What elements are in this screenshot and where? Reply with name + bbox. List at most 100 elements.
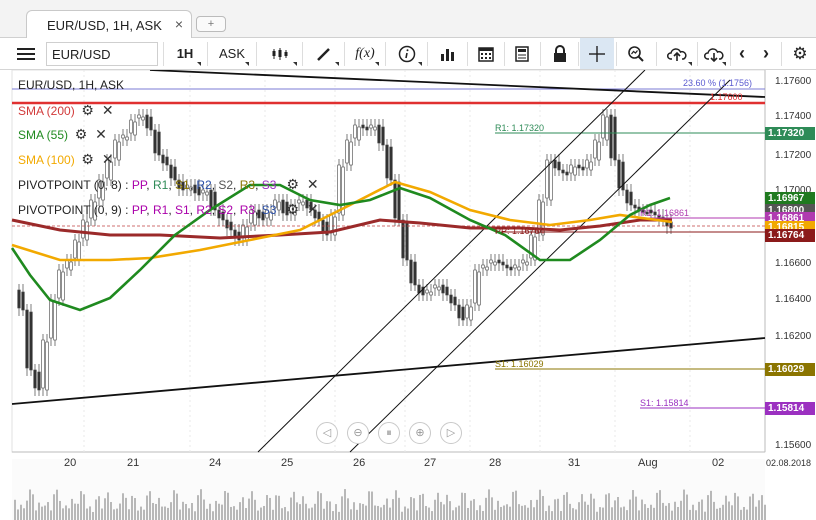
volume-icon[interactable]	[431, 38, 465, 69]
reset-view-button[interactable]: ⏸	[378, 422, 400, 444]
volume-bar	[725, 495, 727, 520]
volume-bar	[578, 502, 580, 520]
forward-icon[interactable]: ›	[755, 38, 777, 69]
candle	[597, 141, 601, 161]
candle	[457, 304, 461, 319]
gear-icon[interactable]: ⚙	[81, 151, 95, 168]
volume-bar	[710, 490, 712, 520]
gear-icon[interactable]: ⚙	[81, 102, 95, 119]
volume-bar	[41, 506, 43, 520]
volume-bar	[23, 508, 25, 520]
download-icon[interactable]	[699, 38, 729, 69]
date-stamp: 02.08.2018	[766, 458, 812, 468]
back-icon[interactable]: ‹	[731, 38, 753, 69]
volume-bar	[659, 490, 661, 520]
lock-icon[interactable]	[544, 38, 576, 69]
volume-bar	[716, 508, 718, 520]
tab-label: EUR/USD, 1H, ASK	[47, 18, 162, 33]
volume-bar	[194, 511, 196, 520]
scroll-right-button[interactable]: ▷	[440, 422, 462, 444]
volume-bar	[587, 504, 589, 520]
candle	[465, 304, 469, 319]
upload-icon[interactable]	[659, 38, 695, 69]
volume-bar	[698, 501, 700, 520]
volume-bar	[332, 511, 334, 520]
volume-bar	[512, 491, 514, 520]
candle	[373, 126, 377, 131]
calendar-icon[interactable]	[470, 38, 502, 69]
volume-bar	[494, 509, 496, 520]
pivot-part: R1	[152, 203, 169, 217]
volume-bar	[170, 502, 172, 520]
candle	[21, 291, 25, 311]
volume-bar	[473, 499, 475, 520]
close-icon[interactable]: ✕	[101, 102, 115, 119]
indicator-icon[interactable]: f(x)	[348, 38, 382, 69]
volume-bar	[539, 489, 541, 520]
candle	[85, 221, 89, 241]
legend-sma100-label: SMA (100)	[18, 153, 75, 167]
candle	[77, 241, 81, 261]
menu-icon[interactable]	[12, 38, 40, 69]
price-chart[interactable]: 23.60 % (1.1756) 1.17600 R1: 1.17320 PP:…	[0, 69, 816, 520]
pivot-part: S1	[174, 178, 190, 192]
close-icon[interactable]: ✕	[306, 176, 320, 193]
volume-bar	[176, 493, 178, 520]
volume-bar	[362, 503, 364, 520]
zoom-out-button[interactable]: ⊖	[347, 422, 369, 444]
volume-bar	[719, 507, 721, 520]
volume-bar	[71, 498, 73, 520]
add-tab-button[interactable]: +	[196, 16, 226, 32]
volume-bar	[458, 505, 460, 520]
zoom-icon[interactable]	[619, 38, 653, 69]
side-select[interactable]: ASK	[212, 38, 252, 69]
legend-pivot-8[interactable]: PIVOTPOINT (0, 8) : PP, R1, S1, R2, S2, …	[18, 176, 320, 193]
volume-bar	[425, 505, 427, 520]
crosshair-icon[interactable]	[580, 38, 614, 69]
volume-bar	[641, 499, 643, 520]
zoom-in-button[interactable]: ⊕	[409, 422, 431, 444]
candle	[161, 154, 165, 164]
scroll-left-button[interactable]: ◁	[316, 422, 338, 444]
gear-icon[interactable]: ⚙	[286, 201, 300, 218]
close-icon[interactable]: ✕	[306, 201, 320, 218]
close-icon[interactable]: ×	[175, 16, 183, 32]
settings-icon[interactable]: ⚙	[786, 38, 814, 69]
volume-bar	[527, 507, 529, 520]
candle	[81, 219, 85, 239]
volume-bar	[236, 509, 238, 520]
volume-bar	[686, 494, 688, 520]
volume-bar	[608, 493, 610, 520]
draw-icon[interactable]	[306, 38, 342, 69]
candle	[601, 114, 605, 139]
volume-bar	[611, 507, 613, 520]
gear-icon[interactable]: ⚙	[74, 126, 88, 143]
volume-bar	[38, 502, 40, 520]
tab-eurusd[interactable]: EUR/USD, 1H, ASK ×	[26, 10, 192, 38]
candle	[633, 204, 637, 209]
timeframe-select[interactable]: 1H	[166, 38, 204, 69]
volume-bar	[704, 511, 706, 520]
volume-bar	[506, 504, 508, 520]
volume-bar	[674, 501, 676, 520]
close-icon[interactable]: ✕	[101, 151, 115, 168]
legend-sma200[interactable]: SMA (200) ⚙ ✕	[18, 102, 115, 119]
volume-bar	[59, 500, 61, 520]
instrument-label: EUR/USD, 1H, ASK	[18, 78, 125, 92]
volume-bar	[266, 495, 268, 520]
legend-pivot-9[interactable]: PIVOTPOINT (0, 9) : PP, R1, S1, R2, S2, …	[18, 201, 320, 218]
volume-bar	[746, 509, 748, 520]
legend-sma100[interactable]: SMA (100) ⚙ ✕	[18, 151, 115, 168]
candle	[577, 164, 581, 169]
candle	[449, 294, 453, 304]
candle	[581, 166, 585, 171]
legend-sma55[interactable]: SMA (55) ⚙ ✕	[18, 126, 108, 143]
close-icon[interactable]: ✕	[94, 126, 108, 143]
volume-bar	[179, 509, 181, 520]
gear-icon[interactable]: ⚙	[286, 176, 300, 193]
info-icon[interactable]	[389, 38, 425, 69]
report-icon[interactable]	[506, 38, 538, 69]
chart-area[interactable]: 23.60 % (1.1756) 1.17600 R1: 1.17320 PP:…	[0, 69, 816, 520]
symbol-input[interactable]	[46, 42, 158, 66]
candles-icon[interactable]	[260, 38, 300, 69]
